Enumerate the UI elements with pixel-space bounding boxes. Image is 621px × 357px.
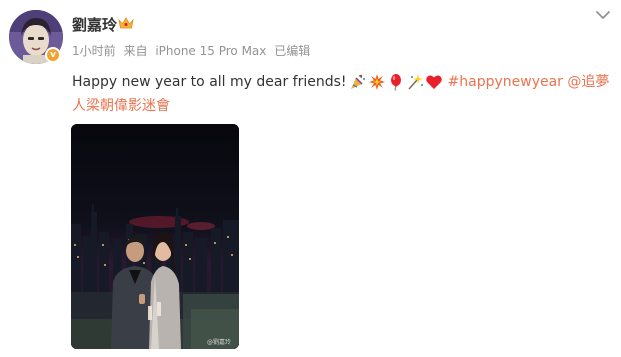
post-meta: 1小时前 来自 iPhone 15 Pro Max 已编辑 <box>72 42 314 59</box>
post-text: Happy new year to all my dear friends! #… <box>72 70 612 118</box>
post-body: Happy new year to all my dear friends! <box>72 74 347 90</box>
verified-badge-icon: v <box>45 47 61 63</box>
crown-icon <box>118 17 134 29</box>
post-time[interactable]: 1小时前 <box>72 44 116 58</box>
device-name: iPhone 15 Pro Max <box>155 44 267 58</box>
source-prefix: 来自 <box>123 44 148 58</box>
edited-label[interactable]: 已编辑 <box>274 44 310 58</box>
balloon-icon <box>390 74 401 91</box>
party-popper-icon <box>350 74 365 89</box>
collision-icon <box>368 74 385 90</box>
photo-image <box>71 124 239 349</box>
chevron-down-icon[interactable] <box>594 8 612 22</box>
post-photo[interactable]: @劉嘉玲 <box>71 124 239 349</box>
red-heart-icon <box>425 75 442 89</box>
sparkler-icon <box>407 74 423 90</box>
photo-watermark: @劉嘉玲 <box>206 339 231 346</box>
emoji-row <box>349 70 444 94</box>
hashtag-link[interactable]: #happynewyear <box>448 74 563 90</box>
username[interactable]: 劉嘉玲 <box>72 14 117 35</box>
